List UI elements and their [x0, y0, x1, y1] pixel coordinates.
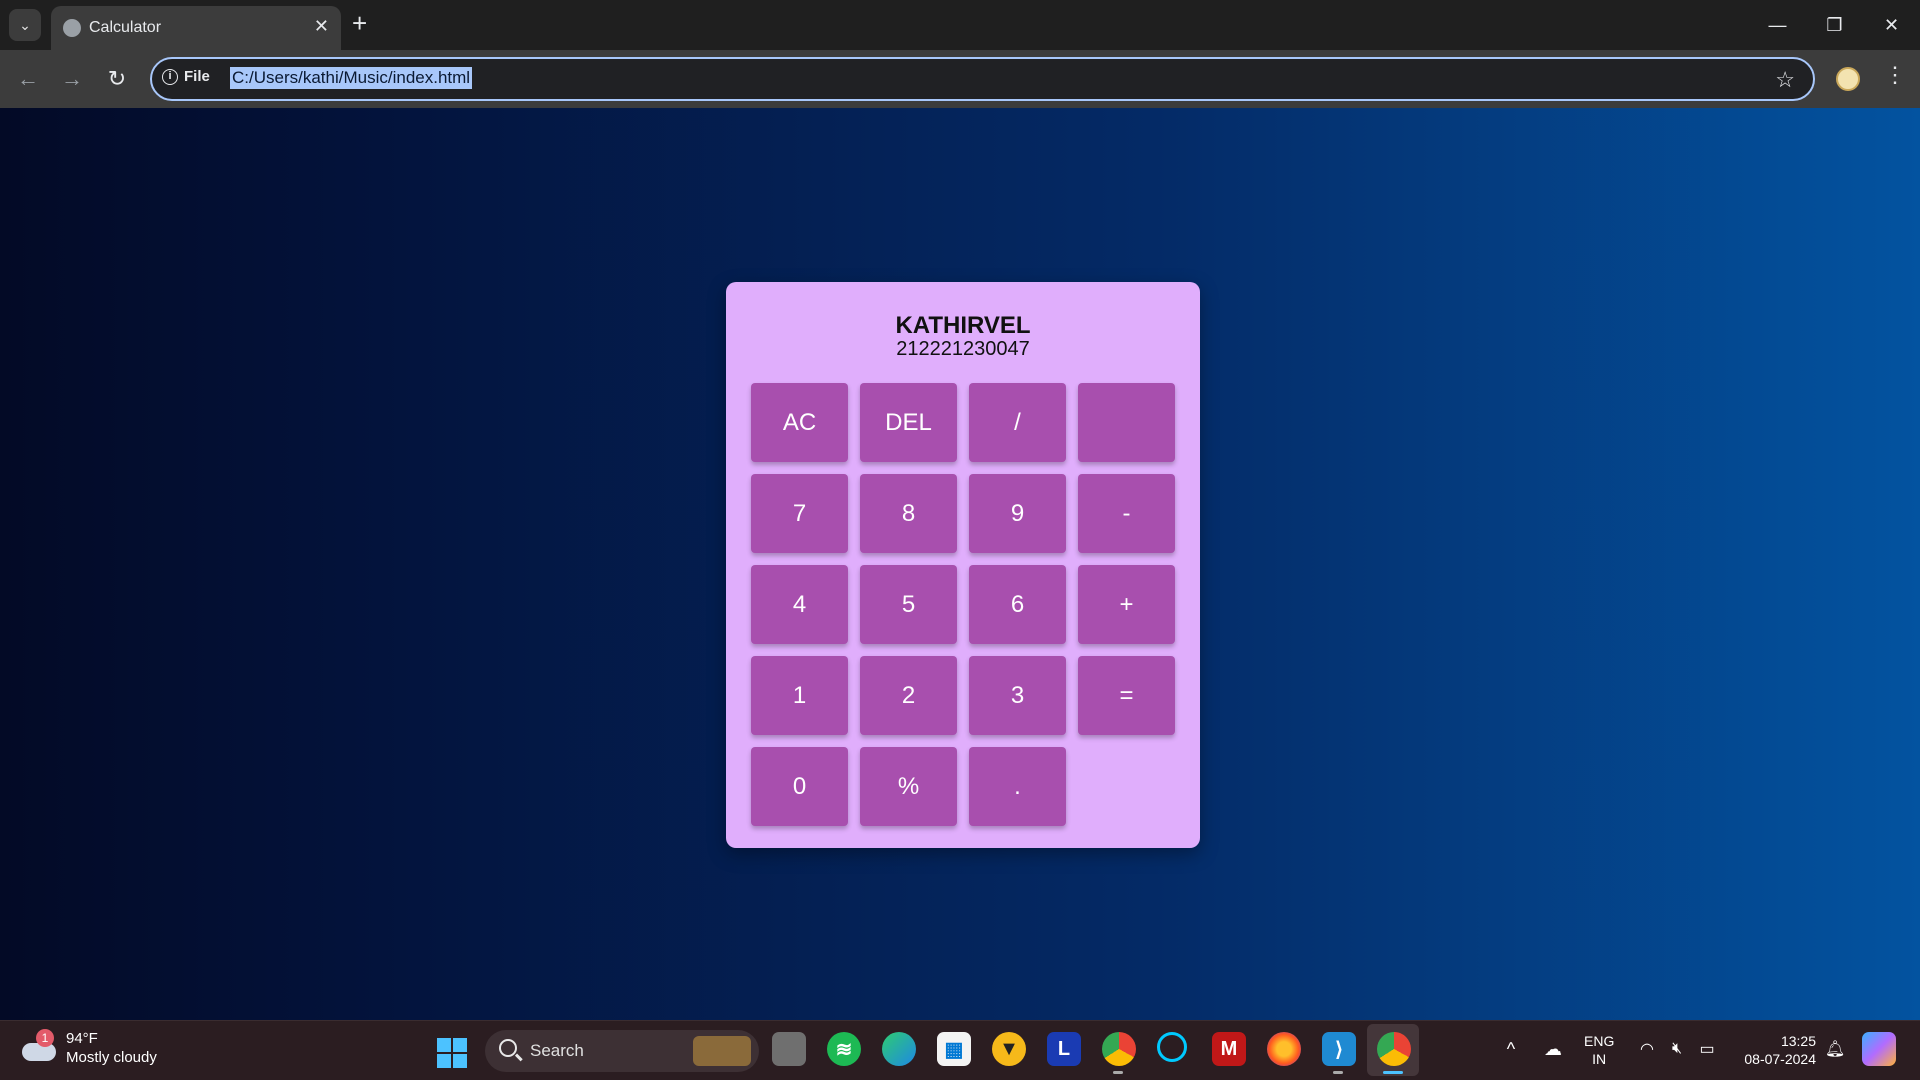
taskbar-search[interactable]: Search — [485, 1030, 759, 1072]
reload-icon: ↻ — [107, 66, 127, 91]
chrome-profile-icon[interactable] — [1102, 1032, 1136, 1066]
chevron-down-icon: ⌄ — [19, 16, 31, 33]
address-bar[interactable]: i File C:/Users/kathi/Music/index.html ☆ — [150, 57, 1815, 101]
running-indicator — [1113, 1071, 1123, 1074]
active-indicator — [1383, 1071, 1403, 1074]
reload-button[interactable]: ↻ — [102, 64, 132, 94]
browser-menu-icon[interactable]: ⋮ — [1884, 62, 1906, 88]
key-blank[interactable] — [1078, 383, 1175, 462]
chrome-icon[interactable] — [1377, 1032, 1411, 1066]
weather-widget[interactable]: 1 94°F Mostly cloudy — [22, 1029, 157, 1067]
key-plus[interactable]: + — [1078, 565, 1175, 644]
app-l-label: L — [1057, 1037, 1071, 1060]
key-6[interactable]: 6 — [969, 565, 1066, 644]
notification-bell-icon[interactable]: 🔔︎ — [1818, 1032, 1852, 1066]
search-icon — [499, 1039, 517, 1057]
running-indicator — [1333, 1071, 1343, 1074]
key-8[interactable]: 8 — [860, 474, 957, 553]
key-9[interactable]: 9 — [969, 474, 1066, 553]
key-divide[interactable]: / — [969, 383, 1066, 462]
close-window-button[interactable]: ✕ — [1863, 0, 1920, 50]
vscode-icon[interactable]: ⟩ — [1322, 1032, 1356, 1066]
copilot-icon[interactable] — [1862, 1032, 1896, 1066]
weather-description: Mostly cloudy — [66, 1049, 157, 1066]
browser-toolbar: ← → ↻ i File C:/Users/kathi/Music/index.… — [0, 50, 1920, 108]
calculator-keypad: AC DEL / 7 8 9 - 4 5 6 + 1 2 3 = 0 % . — [751, 383, 1175, 826]
key-all-clear[interactable]: AC — [751, 383, 848, 462]
clock-time: 13:25 — [1780, 1033, 1816, 1049]
speaker-muted-icon[interactable]: 🔇︎ — [1660, 1032, 1694, 1066]
info-icon: i — [162, 68, 178, 85]
tab-calculator[interactable]: Calculator ✕ — [51, 6, 341, 50]
clock-date: 08-07-2024 — [1744, 1051, 1816, 1067]
onedrive-cloud-icon[interactable]: ☁ — [1536, 1032, 1570, 1066]
tab-strip: ⌄ Calculator ✕ + — ❐ ✕ — [0, 0, 1920, 50]
weather-badge: 1 — [36, 1029, 54, 1047]
language-line-1: ENG — [1584, 1033, 1615, 1049]
key-2[interactable]: 2 — [860, 656, 957, 735]
key-decimal[interactable]: . — [969, 747, 1066, 826]
url-text[interactable]: C:/Users/kathi/Music/index.html — [230, 67, 473, 89]
key-3[interactable]: 3 — [969, 656, 1066, 735]
calculator: KATHIRVEL 212221230047 AC DEL / 7 8 9 - … — [726, 282, 1200, 848]
calculator-name: KATHIRVEL — [895, 312, 1031, 339]
key-minus[interactable]: - — [1078, 474, 1175, 553]
forward-button[interactable]: → — [57, 64, 87, 94]
search-label: Search — [530, 1041, 584, 1060]
weather-temperature: 94°F — [66, 1030, 98, 1047]
key-5[interactable]: 5 — [860, 565, 957, 644]
tab-title: Calculator — [89, 19, 162, 36]
new-tab-button[interactable]: + — [352, 10, 367, 36]
windows-start-icon[interactable] — [437, 1038, 467, 1068]
key-equals[interactable]: = — [1078, 656, 1175, 735]
calculator-id-number: 212221230047 — [896, 338, 1030, 360]
key-delete[interactable]: DEL — [860, 383, 957, 462]
close-tab-icon[interactable]: ✕ — [314, 16, 329, 37]
app-l-icon[interactable]: L — [1047, 1032, 1081, 1066]
globe-icon — [63, 19, 81, 37]
alexa-icon[interactable] — [1157, 1032, 1187, 1062]
page-background: KATHIRVEL 212221230047 AC DEL / 7 8 9 - … — [0, 108, 1920, 1020]
edge-icon[interactable] — [882, 1032, 916, 1066]
language-indicator[interactable]: ENG IN — [1584, 1032, 1614, 1068]
site-info-label: File — [184, 68, 210, 85]
window-controls: — ❐ ✕ — [1749, 0, 1920, 50]
spotify-icon[interactable]: ≋ — [827, 1032, 861, 1066]
battery-icon[interactable]: ▭ — [1690, 1032, 1724, 1066]
firefox-icon[interactable] — [1267, 1032, 1301, 1066]
key-4[interactable]: 4 — [751, 565, 848, 644]
arrow-right-icon: → — [61, 66, 83, 91]
back-button[interactable]: ← — [13, 64, 43, 94]
mcafee-icon[interactable]: M — [1212, 1032, 1246, 1066]
key-7[interactable]: 7 — [751, 474, 848, 553]
arrow-left-icon: ← — [17, 66, 39, 91]
restore-button[interactable]: ❐ — [1806, 0, 1863, 50]
key-percent[interactable]: % — [860, 747, 957, 826]
minimize-button[interactable]: — — [1749, 0, 1806, 50]
key-1[interactable]: 1 — [751, 656, 848, 735]
bookmark-star-icon[interactable]: ☆ — [1775, 67, 1795, 93]
tab-search-button[interactable]: ⌄ — [9, 9, 41, 41]
task-view-icon[interactable] — [772, 1032, 806, 1066]
brave-like-icon[interactable]: ▼ — [992, 1032, 1026, 1066]
wifi-icon[interactable]: ◠ — [1630, 1032, 1664, 1066]
key-0[interactable]: 0 — [751, 747, 848, 826]
language-line-2: IN — [1592, 1051, 1607, 1067]
search-highlight-image — [693, 1036, 751, 1066]
profile-avatar[interactable] — [1836, 67, 1860, 91]
clock[interactable]: 13:25 08-07-2024 — [1738, 1032, 1816, 1068]
site-info-chip[interactable]: i File — [162, 68, 210, 85]
cloud-icon: 1 — [22, 1029, 56, 1061]
microsoft-store-icon[interactable]: ▦ — [937, 1032, 971, 1066]
show-hidden-icons-chevron-up-icon[interactable]: ^ — [1494, 1032, 1528, 1066]
